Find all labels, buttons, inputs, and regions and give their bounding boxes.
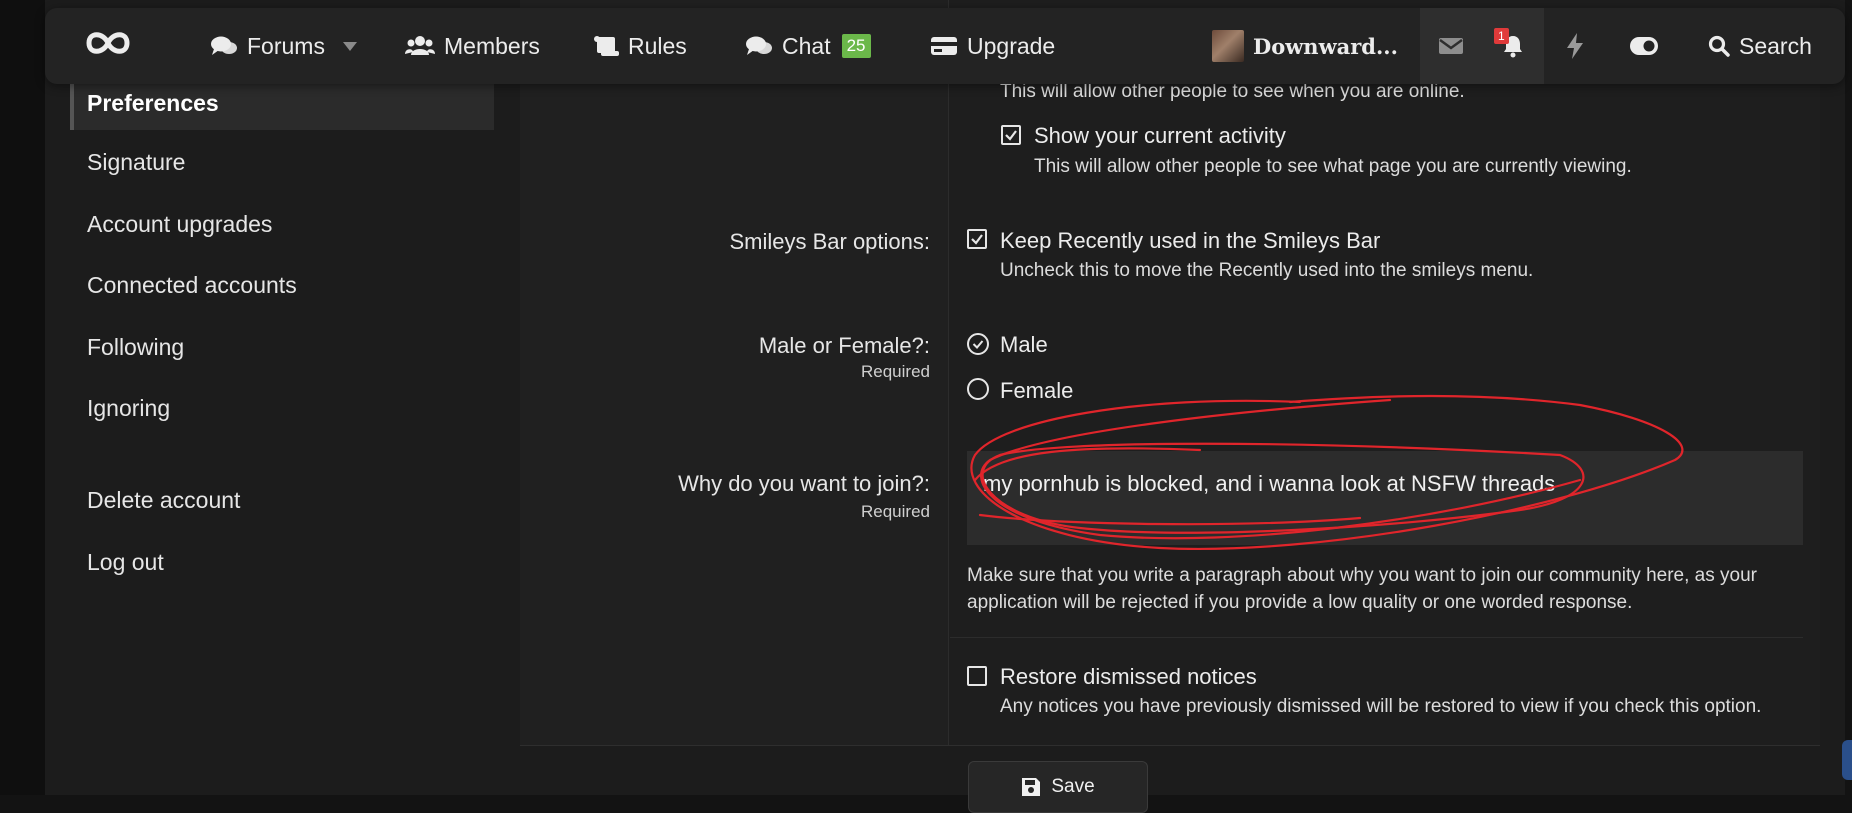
top-navbar: Forums Members Rules Chat 25 Upgrade Dow… xyxy=(45,8,1845,84)
nav-whats-new[interactable] xyxy=(1544,8,1606,84)
restore-notices-label[interactable]: Restore dismissed notices xyxy=(1000,664,1257,690)
account-sidebar: Preferences Signature Account upgrades C… xyxy=(70,0,494,795)
check-icon xyxy=(971,234,983,245)
chat-count-badge: 25 xyxy=(841,34,871,58)
why-join-required: Required xyxy=(861,502,930,521)
floppy-disk-icon xyxy=(1022,778,1041,796)
scroll-to-top-handle[interactable] xyxy=(1842,740,1852,780)
sidebar-item-delete-account[interactable]: Delete account xyxy=(87,487,240,514)
nav-forums-label: Forums xyxy=(247,32,325,59)
form-column-divider xyxy=(948,0,949,745)
nav-rules[interactable]: Rules xyxy=(593,8,687,84)
nav-account[interactable]: Downward... xyxy=(1212,8,1398,84)
restore-notices-hint: Any notices you have previously dismisse… xyxy=(1000,696,1762,717)
why-join-hint-line-1: Make sure that you write a paragraph abo… xyxy=(967,565,1757,586)
nav-members-label: Members xyxy=(444,32,540,59)
smileys-checkbox[interactable] xyxy=(967,229,987,249)
envelope-icon xyxy=(1439,38,1463,54)
nav-upgrade[interactable]: Upgrade xyxy=(930,8,1055,84)
activity-label[interactable]: Show your current activity xyxy=(1034,123,1286,149)
nav-forums[interactable]: Forums xyxy=(210,8,325,84)
nav-upgrade-label: Upgrade xyxy=(967,32,1056,59)
gender-required: Required xyxy=(861,362,930,381)
check-icon xyxy=(1005,130,1017,141)
why-join-hint-line-2: application will be rejected if you prov… xyxy=(967,592,1633,613)
sidebar-item-label: Preferences xyxy=(87,90,219,116)
nav-rules-label: Rules xyxy=(628,32,687,59)
gender-radio-female[interactable] xyxy=(967,378,989,400)
sidebar-item-preferences[interactable]: Preferences xyxy=(70,78,494,130)
page-left-margin xyxy=(0,0,45,795)
nav-search[interactable]: Search xyxy=(1708,8,1812,84)
form-footer-divider xyxy=(520,745,1820,746)
gender-option-female[interactable]: Female xyxy=(1000,378,1073,404)
users-icon xyxy=(405,36,435,55)
avatar xyxy=(1212,30,1244,62)
nav-chat-label: Chat xyxy=(782,32,831,59)
alerts-count-badge: 1 xyxy=(1494,28,1509,44)
nav-chat[interactable]: Chat 25 xyxy=(745,8,871,84)
why-join-textarea[interactable]: my pornhub is blocked, and i wanna look … xyxy=(967,451,1803,545)
activity-checkbox[interactable] xyxy=(1001,125,1021,145)
restore-notices-checkbox[interactable] xyxy=(967,666,987,686)
activity-hint: This will allow other people to see what… xyxy=(1034,156,1632,177)
username: Downward... xyxy=(1253,33,1398,59)
nav-style-toggle[interactable] xyxy=(1613,8,1675,84)
search-icon xyxy=(1708,35,1730,57)
nav-inbox[interactable] xyxy=(1420,8,1482,84)
sidebar-item-following[interactable]: Following xyxy=(87,334,184,361)
sidebar-item-signature[interactable]: Signature xyxy=(87,149,185,176)
sidebar-item-account-upgrades[interactable]: Account upgrades xyxy=(87,211,272,238)
scroll-icon xyxy=(594,36,619,56)
section-separator xyxy=(950,637,1803,638)
nav-search-label: Search xyxy=(1739,32,1812,59)
comments-icon xyxy=(211,36,237,55)
why-join-field-label: Why do you want to join?: xyxy=(678,471,930,496)
save-button[interactable]: Save xyxy=(968,761,1148,813)
nav-alerts[interactable]: 1 xyxy=(1482,8,1544,84)
online-status-hint: This will allow other people to see when… xyxy=(1000,81,1465,102)
smileys-field-label: Smileys Bar options: xyxy=(729,229,930,254)
check-icon xyxy=(972,340,984,349)
chat-icon xyxy=(746,36,772,55)
bolt-icon xyxy=(1567,33,1583,59)
gender-radio-male[interactable] xyxy=(967,333,989,355)
toggle-icon xyxy=(1630,37,1658,55)
caret-down-icon xyxy=(343,41,357,51)
why-join-value: my pornhub is blocked, and i wanna look … xyxy=(983,471,1556,496)
sidebar-item-log-out[interactable]: Log out xyxy=(87,549,164,576)
sidebar-item-connected-accounts[interactable]: Connected accounts xyxy=(87,272,297,299)
smileys-hint: Uncheck this to move the Recently used i… xyxy=(1000,260,1534,281)
site-logo-icon[interactable] xyxy=(85,28,131,63)
nav-members[interactable]: Members xyxy=(405,8,540,84)
gender-field-label: Male or Female?: xyxy=(758,333,930,358)
smileys-option-label[interactable]: Keep Recently used in the Smileys Bar xyxy=(1000,228,1380,254)
sidebar-item-ignoring[interactable]: Ignoring xyxy=(87,395,170,422)
nav-forums-dropdown[interactable] xyxy=(343,8,357,84)
credit-card-icon xyxy=(931,37,957,55)
gender-option-male[interactable]: Male xyxy=(1000,332,1048,358)
